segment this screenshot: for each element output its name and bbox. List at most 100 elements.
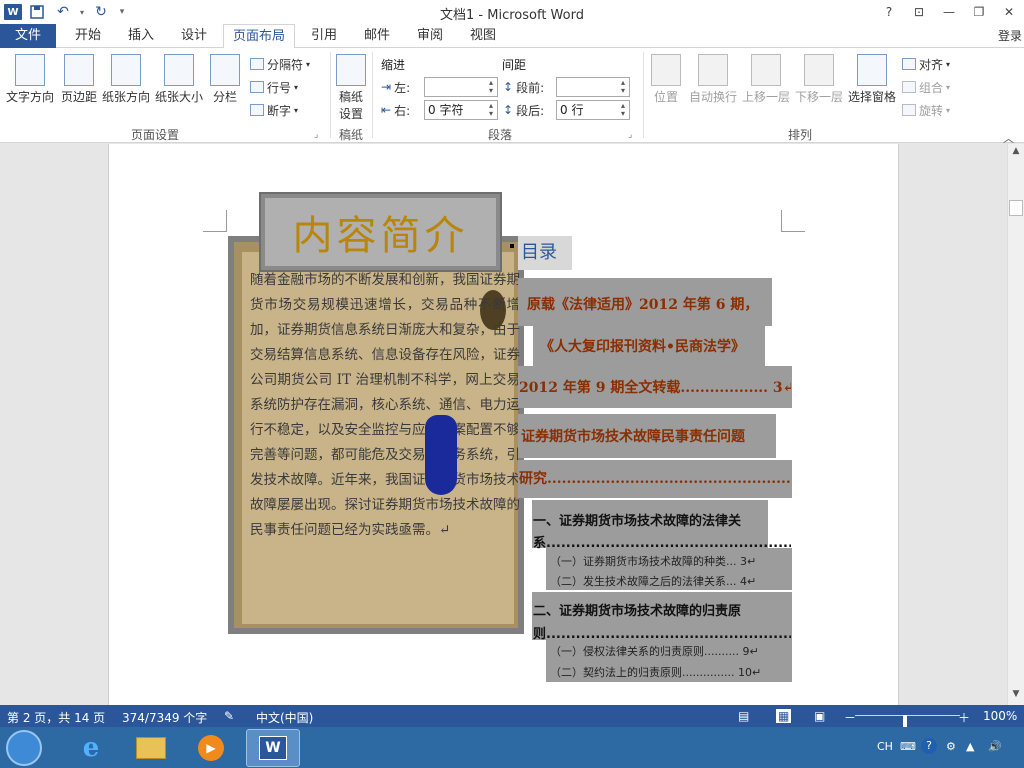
restore-button[interactable]: ❐ (964, 0, 994, 24)
zoom-level[interactable]: 100% (983, 709, 1017, 723)
tab-file[interactable]: 文件 (0, 24, 56, 48)
manuscript-label-line2: 设置 (338, 107, 363, 121)
bring-forward-button[interactable]: 上移一层 (740, 54, 792, 105)
page-count[interactable]: 第 2 页，共 14 页 (7, 709, 105, 726)
volume-icon[interactable]: 🔊 (988, 740, 1002, 753)
indent-right-input[interactable]: 0 字符 (424, 100, 498, 120)
web-layout-icon[interactable]: ▣ (814, 709, 825, 723)
toc-entry[interactable]: （二）发生技术故障之后的法律关系... 4↵ (550, 573, 791, 589)
toc-title[interactable]: 目录 (518, 236, 572, 270)
margins-button[interactable]: 页边距 (58, 54, 100, 105)
internet-explorer-icon[interactable]: e (64, 729, 118, 767)
toc-entry[interactable]: （二）契约法上的归责原则............... 10↵ (550, 664, 791, 680)
vertical-scrollbar[interactable]: ▲ ▼ (1007, 144, 1024, 705)
proofing-icon[interactable]: ✎ (224, 709, 234, 723)
word-taskbar-icon[interactable]: W (246, 729, 300, 767)
scroll-down-icon[interactable]: ▼ (1009, 689, 1023, 703)
toc-line[interactable]: 2012 年第 9 期全文转载.................. 3↵ (519, 375, 791, 401)
close-button[interactable]: ✕ (994, 0, 1024, 24)
group-button[interactable]: 组合 ▾ (902, 77, 950, 97)
start-button-icon[interactable] (6, 730, 42, 766)
size-label: 纸张大小 (154, 90, 203, 104)
media-player-icon[interactable]: ▶ (184, 729, 238, 767)
send-backward-icon (804, 54, 834, 86)
text-direction-label: 文字方向 (5, 90, 54, 104)
toc-entry[interactable]: 则.......................................… (533, 623, 791, 642)
indent-right-text: 右: (394, 103, 411, 118)
size-button[interactable]: 纸张大小 (153, 54, 205, 105)
spacing-before-input[interactable] (556, 77, 630, 97)
hyphenation-button[interactable]: 断字 ▾ (250, 100, 298, 120)
manuscript-group-label: 稿纸 (338, 128, 363, 142)
indent-left-label: ⇥ 左: (381, 77, 410, 97)
crop-mark (781, 210, 805, 232)
wrap-text-icon (698, 54, 728, 86)
page-setup-group-label: 页面设置 (130, 128, 179, 142)
bring-forward-icon (751, 54, 781, 86)
line-numbers-label: 行号 (267, 80, 292, 95)
keyboard-icon[interactable]: ⌨ (900, 740, 916, 753)
minimize-button[interactable]: — (934, 0, 964, 24)
word-count[interactable]: 374/7349 个字 (122, 709, 207, 726)
ime-indicator[interactable]: CH (877, 740, 893, 753)
indent-left-input[interactable] (424, 77, 498, 97)
print-layout-icon[interactable]: ▦ (776, 709, 792, 723)
toc-entry[interactable]: 系.......................................… (533, 532, 791, 551)
tab-view[interactable]: 视图 (456, 24, 510, 48)
send-backward-button[interactable]: 下移一层 (793, 54, 845, 105)
zoom-slider[interactable] (855, 715, 960, 716)
tab-references[interactable]: 引用 (297, 24, 351, 48)
scroll-up-icon[interactable]: ▲ (1009, 146, 1023, 160)
toc-line[interactable]: 原载《法律适用》2012 年第 6 期， (527, 292, 772, 318)
dialog-launcher-icon[interactable]: ⌟ (628, 130, 632, 140)
selection-pane-button[interactable]: 选择窗格 (846, 54, 898, 105)
tab-home[interactable]: 开始 (60, 24, 116, 48)
size-icon (164, 54, 194, 86)
dialog-launcher-icon[interactable]: ⌟ (314, 130, 318, 140)
spacing-after-input[interactable]: 0 行 (556, 100, 630, 120)
language-indicator[interactable]: 中文(中国) (256, 709, 313, 726)
position-button[interactable]: 位置 (648, 54, 684, 105)
wrap-text-button[interactable]: 自动换行 (687, 54, 739, 105)
sign-in-link[interactable]: 登录 (998, 27, 1022, 44)
position-icon (651, 54, 681, 86)
title-box[interactable]: 内容简介 (259, 192, 502, 272)
tab-design[interactable]: 设计 (167, 24, 221, 48)
toc-line[interactable]: 《人大复印报刊资料•民商法学》 (540, 334, 765, 360)
line-numbers-button[interactable]: 行号 ▾ (250, 77, 298, 97)
zoom-in-button[interactable]: ＋ (958, 709, 970, 726)
tab-insert[interactable]: 插入 (114, 24, 168, 48)
toc-line[interactable]: 研究......................................… (519, 466, 791, 492)
toc-entry[interactable]: 一、证券期货市场技术故障的法律关 (533, 510, 741, 529)
ime-options-icon[interactable]: ⚙ (946, 740, 956, 753)
tab-page-layout[interactable]: 页面布局 (223, 24, 295, 49)
breaks-button[interactable]: 分隔符 ▾ (250, 54, 310, 74)
orientation-button[interactable]: 纸张方向 (100, 54, 152, 105)
ribbon-display-options-button[interactable]: ⊡ (904, 0, 934, 24)
tab-mailings[interactable]: 邮件 (350, 24, 404, 48)
file-explorer-icon[interactable] (124, 729, 178, 767)
zoom-out-button[interactable]: － (844, 709, 856, 726)
zoom-slider-thumb[interactable] (903, 715, 907, 727)
tab-review[interactable]: 审阅 (403, 24, 457, 48)
toc-entry[interactable]: （一）证券期货市场技术故障的种类... 3↵ (550, 553, 791, 569)
read-mode-icon[interactable]: ▤ (738, 709, 749, 723)
manuscript-settings-button[interactable]: 稿纸 设置 (334, 54, 368, 122)
position-label: 位置 (653, 90, 678, 104)
line-numbers-icon (250, 81, 264, 93)
columns-button[interactable]: 分栏 (208, 54, 242, 105)
spacing-before-icon: ↕ (503, 80, 514, 94)
show-hidden-icons-icon[interactable]: ▲ (966, 740, 974, 753)
chevron-down-icon: ▾ (946, 105, 951, 115)
toc-entry[interactable]: （一）侵权法律关系的归责原则.......... 9↵ (550, 643, 791, 659)
scroll-thumb[interactable] (1009, 200, 1023, 216)
help-tray-icon[interactable]: ? (921, 738, 937, 754)
toc-line[interactable]: 证券期货市场技术故障民事责任问题 (521, 424, 776, 450)
rotate-button[interactable]: 旋转 ▾ (902, 100, 950, 120)
help-button[interactable]: ? (874, 0, 904, 24)
spacing-heading: 间距 (502, 58, 527, 72)
text-direction-button[interactable]: 文字方向 (4, 54, 56, 105)
align-button[interactable]: 对齐 ▾ (902, 54, 950, 74)
toc-entry[interactable]: 二、证券期货市场技术故障的归责原 (533, 600, 741, 619)
align-icon (902, 58, 916, 70)
